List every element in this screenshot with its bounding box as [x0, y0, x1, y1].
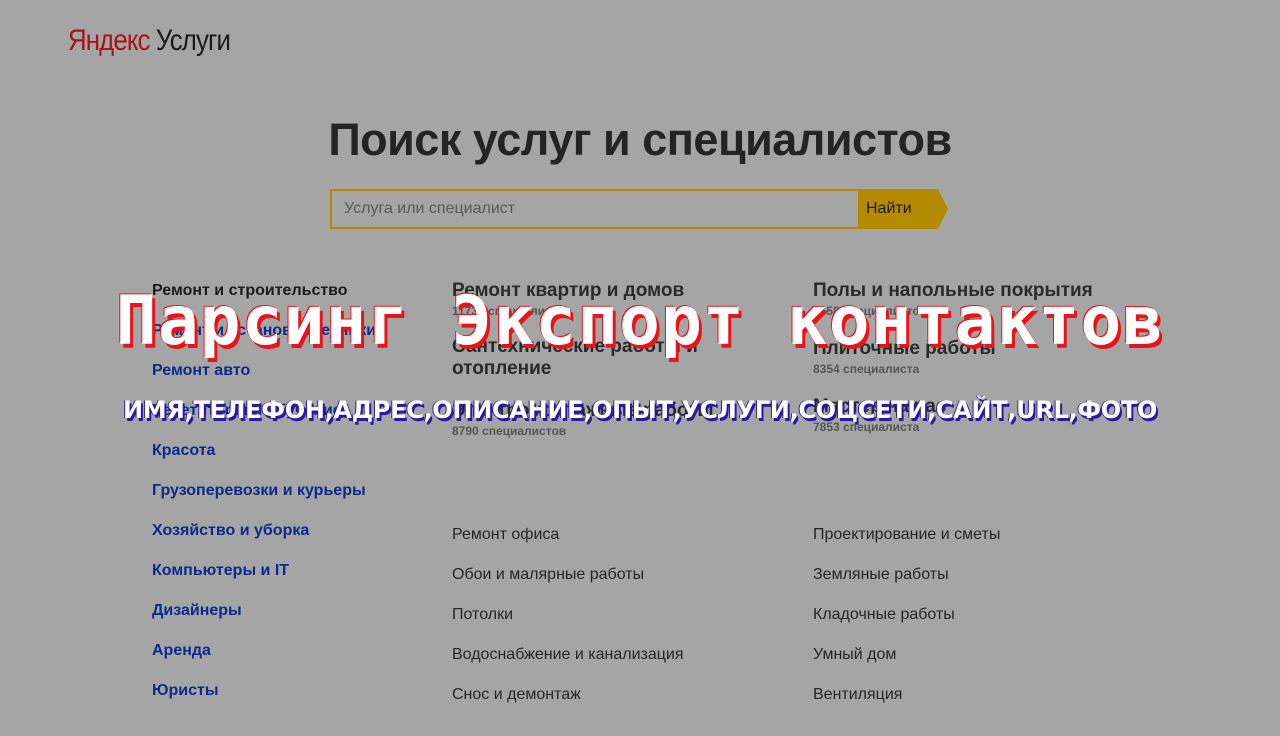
logo-yandex-text: Яндекс: [68, 24, 150, 57]
subservice-link[interactable]: Обои и малярные работы: [452, 564, 684, 604]
overlay-fields-caption: ИМЯ,ТЕЛЕФОН,АДРЕС,ОПИСАНИЕ,ОПЫТ,УСЛУГИ,С…: [122, 396, 1158, 424]
search-bar: Найти: [330, 189, 950, 229]
subservice-link[interactable]: Кладочные работы: [813, 604, 1000, 644]
subservice-link[interactable]: Вентиляция: [813, 684, 1000, 724]
category-computers-it[interactable]: Компьютеры и IT: [152, 561, 376, 601]
specialist-count: 8790 специалистов: [452, 424, 567, 438]
search-input[interactable]: [330, 189, 860, 229]
category-housekeeping[interactable]: Хозяйство и уборка: [152, 521, 376, 561]
subservice-list-middle: Ремонт офиса Обои и малярные работы Пото…: [452, 524, 684, 724]
category-beauty[interactable]: Красота: [152, 441, 376, 481]
subservice-link[interactable]: Потолки: [452, 604, 684, 644]
search-button-arrow[interactable]: [938, 189, 948, 229]
subservice-link[interactable]: Земляные работы: [813, 564, 1000, 604]
subservice-link[interactable]: Снос и демонтаж: [452, 684, 684, 724]
category-designers[interactable]: Дизайнеры: [152, 601, 376, 641]
search-button[interactable]: Найти: [858, 189, 938, 229]
category-lawyers[interactable]: Юристы: [152, 681, 376, 721]
category-cargo-couriers[interactable]: Грузоперевозки и курьеры: [152, 481, 376, 521]
overlay-headline: Парсинг Экспорт контактов: [115, 282, 1165, 361]
subservice-link[interactable]: Проектирование и сметы: [813, 524, 1000, 564]
subservice-link[interactable]: Умный дом: [813, 644, 1000, 684]
subservice-link[interactable]: Водоснабжение и канализация: [452, 644, 684, 684]
category-auto-repair[interactable]: Ремонт авто: [152, 361, 376, 401]
logo-services-text: Услуги: [155, 24, 231, 57]
page-title: Поиск услуг и специалистов: [328, 114, 952, 165]
category-rent[interactable]: Аренда: [152, 641, 376, 681]
specialist-count: 8354 специалиста: [813, 362, 920, 376]
yandex-services-logo[interactable]: Яндекс Услуги: [68, 24, 231, 58]
subservice-list-right: Проектирование и сметы Земляные работы К…: [813, 524, 1000, 724]
subservice-link[interactable]: Ремонт офиса: [452, 524, 684, 564]
